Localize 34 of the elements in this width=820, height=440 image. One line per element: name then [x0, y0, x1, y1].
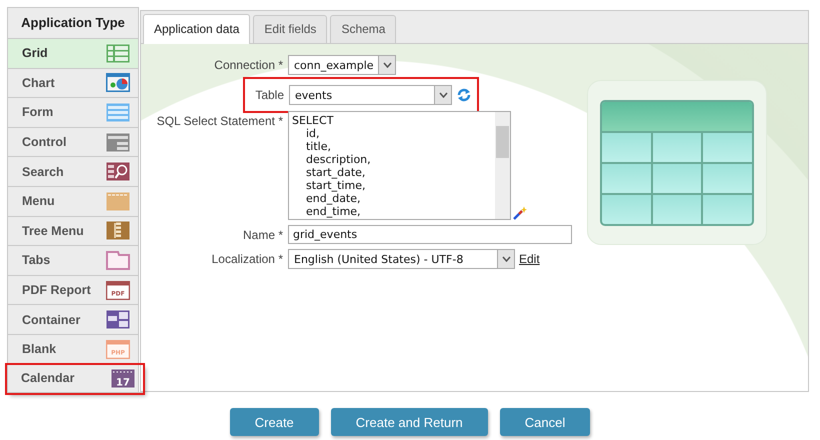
app-type-item[interactable]: Container	[8, 305, 138, 335]
tab[interactable]: Schema	[330, 15, 396, 43]
field-label: Localization *	[210, 252, 284, 266]
scrollbar[interactable]	[495, 112, 510, 219]
app-type-item[interactable]: Tabs	[8, 246, 138, 276]
field-label: Table	[254, 88, 285, 102]
app-type-item[interactable]: Tree Menu	[8, 216, 138, 246]
tab[interactable]: Edit fields	[253, 15, 328, 43]
table-select[interactable]: events	[289, 85, 452, 105]
field-label: Connection *	[213, 58, 284, 72]
app-type-item[interactable]: Grid	[8, 39, 138, 69]
magic-wand-icon[interactable]	[513, 206, 527, 220]
caret-icon	[378, 56, 395, 74]
name-input-field[interactable]: grid_events	[288, 225, 572, 244]
action-button[interactable]: Create and Return	[330, 408, 488, 436]
field-label: SQL Select Statement *	[156, 113, 284, 128]
app-type-item[interactable]: Chart	[8, 68, 138, 98]
refresh-icon[interactable]	[456, 87, 472, 103]
calendar-icon: 17	[111, 368, 135, 388]
field-label: Name *	[242, 228, 284, 242]
localization-select[interactable]: English (United States) - UTF-8	[288, 249, 515, 269]
app-type-item[interactable]: Form	[8, 98, 138, 128]
connection-select[interactable]: conn_example	[288, 55, 396, 75]
tab[interactable]: Application data	[143, 14, 250, 44]
app-type-item[interactable]: Calendar 17	[7, 364, 143, 394]
app-type-item[interactable]: Search	[8, 157, 138, 187]
app-type-item[interactable]: Menu	[8, 186, 138, 217]
edit-link[interactable]: Edit	[519, 252, 540, 266]
caret-icon	[434, 86, 451, 104]
sql-text-area[interactable]: SELECT id, title, description, start_date, start_time, end_date, end_time,	[288, 111, 511, 220]
action-button[interactable]: Cancel	[500, 408, 590, 436]
app-type-item[interactable]: Control	[8, 128, 138, 158]
caret-icon	[497, 250, 514, 268]
action-button[interactable]: Create	[230, 408, 319, 436]
